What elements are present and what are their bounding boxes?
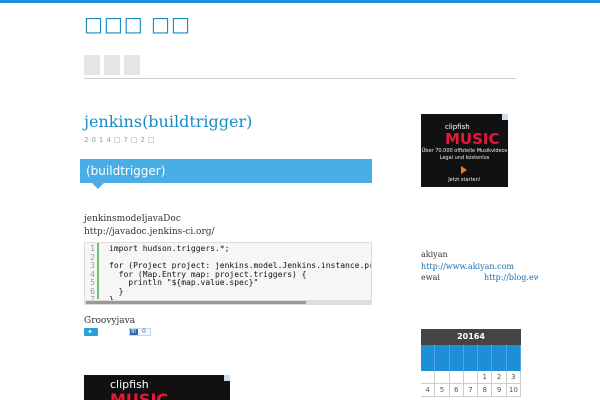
ad-product: MUSIC [445,130,500,148]
calendar-day [463,371,479,384]
calendar-day[interactable]: 1 [478,371,493,384]
code-line: import hudson.triggers.*; [109,244,230,253]
calendar-week-row: 4 5 6 7 8 9 10 [421,384,521,397]
calendar-day[interactable]: 3 [506,371,521,384]
post-footer-text: Groovyjava [84,316,136,326]
header-divider [84,78,516,79]
weekday-cell [478,345,493,371]
calendar-title: 20164 [421,329,521,345]
ad-banner-sidebar[interactable]: clipfish MUSIC Über 70.000 offizielle Mu… [421,114,508,187]
calendar-day[interactable]: 9 [492,384,507,397]
weekday-cell [507,345,521,371]
profile-name: akiyan [421,250,448,259]
ad-product: MUSIC [110,390,169,400]
calendar-day[interactable]: 2 [492,371,507,384]
calendar-weekday-header [421,345,521,371]
code-block: 1 2 3 4 5 6 7 import hudson.triggers.*; … [84,242,372,302]
calendar-day[interactable]: 6 [449,384,464,397]
calendar-day [449,371,464,384]
nav-menu [84,55,140,75]
ad-line2: Legal und kostenlos [439,155,490,161]
code-line: } [109,286,124,296]
ad-choices-icon[interactable] [502,114,508,120]
code-body: import hudson.triggers.*; for (Project p… [109,244,371,301]
tweet-button[interactable]: ✦ [84,328,98,336]
profile2-link[interactable]: http://blog.ewa [484,273,538,282]
calendar-day[interactable]: 8 [478,384,493,397]
calendar-day[interactable]: 5 [435,384,450,397]
calendar-day[interactable]: 7 [463,384,479,397]
code-line-numbers: 1 2 3 4 5 6 7 [85,243,99,301]
profile-link[interactable]: http://www.akiyan.com [421,262,514,271]
weekday-cell [492,345,507,371]
weekday-cell [450,345,464,371]
ad-line1: Über 70.000 offizielle Musikvideos [421,148,508,154]
code-line: println "${map.value.spec}" [109,278,259,287]
weekday-cell [421,345,436,371]
site-title[interactable]: □□□ □□ [84,12,191,36]
ad-choices-icon[interactable] [224,375,230,381]
weekday-cell [435,345,450,371]
calendar-widget: 20164 1 2 3 4 5 6 7 8 9 10 [421,329,521,397]
calendar-day[interactable]: 10 [506,384,521,397]
post-intro-text: jenkinsmodeljavaDoc [84,214,181,224]
code-scrollbar[interactable] [84,300,372,305]
hatena-count: 0 [142,328,146,335]
calendar-week-row: 1 2 3 [421,371,521,384]
calendar-day[interactable]: 4 [421,384,436,397]
hatena-bookmark-button[interactable]: B! 0 [129,328,151,336]
nav-item[interactable] [104,55,120,75]
top-accent-bar [0,0,600,3]
play-icon [461,166,467,174]
ad-banner-content[interactable]: clipfish MUSIC [84,375,230,400]
hatena-icon: B! [130,329,138,335]
twitter-bird-icon: ✦ [87,328,93,336]
calendar-day [421,371,436,384]
section-heading: (buildtrigger) [80,159,372,189]
post-title[interactable]: jenkins(buildtrigger) [84,112,252,131]
ad-cta[interactable]: Jetzt starten! [421,177,508,183]
weekday-cell [464,345,479,371]
javadoc-link[interactable]: http://javadoc.jenkins-ci.org/ [84,227,215,237]
scrollbar-thumb[interactable] [86,301,306,304]
calendar-day [435,371,450,384]
profile2-name: ewai [421,273,440,282]
nav-item[interactable] [124,55,140,75]
nav-item[interactable] [84,55,100,75]
post-date: 2014□7□2□ [84,136,158,144]
